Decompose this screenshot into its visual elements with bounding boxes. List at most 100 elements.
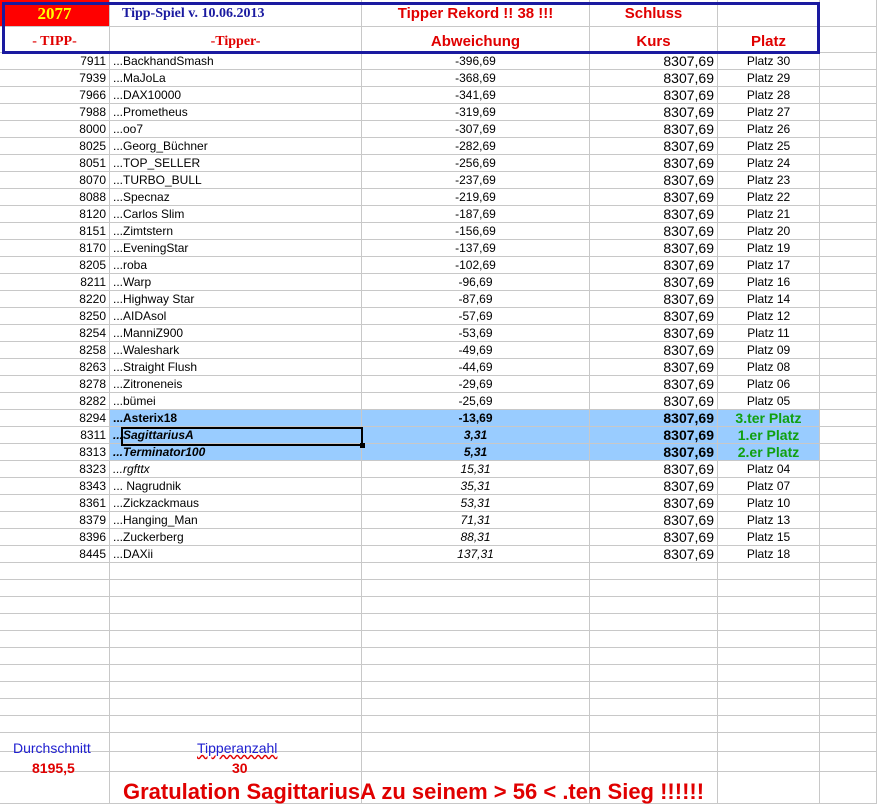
tipper-cell[interactable]: ...Asterix18	[110, 410, 362, 426]
empty-cell[interactable]	[820, 206, 877, 222]
kurs-cell[interactable]: 8307,69	[590, 274, 718, 290]
kurs-cell[interactable]: 8307,69	[590, 546, 718, 562]
empty-cell[interactable]	[820, 342, 877, 358]
tipp-cell[interactable]: 8205	[0, 257, 110, 273]
tipper-cell[interactable]: ...EveningStar	[110, 240, 362, 256]
tipper-cell[interactable]: ...Hanging_Man	[110, 512, 362, 528]
tipp-cell[interactable]: 8254	[0, 325, 110, 341]
tipper-cell[interactable]: ...Zuckerberg	[110, 529, 362, 545]
kurs-cell[interactable]: 8307,69	[590, 393, 718, 409]
kurs-cell[interactable]: 8307,69	[590, 512, 718, 528]
kurs-cell[interactable]: 8307,69	[590, 172, 718, 188]
tipper-cell[interactable]: ...oo7	[110, 121, 362, 137]
platz-cell[interactable]: Platz 25	[718, 138, 820, 154]
empty-cell[interactable]	[820, 240, 877, 256]
empty-cell[interactable]	[820, 53, 877, 69]
kurs-cell[interactable]: 8307,69	[590, 410, 718, 426]
tipp-cell[interactable]: 8220	[0, 291, 110, 307]
platz-cell[interactable]: Platz 23	[718, 172, 820, 188]
kurs-cell[interactable]: 8307,69	[590, 478, 718, 494]
platz-cell[interactable]: 1.er Platz	[718, 427, 820, 443]
platz-cell[interactable]: Platz 15	[718, 529, 820, 545]
tipp-cell[interactable]: 7966	[0, 87, 110, 103]
abweichung-cell[interactable]: -319,69	[362, 104, 590, 120]
platz-cell[interactable]: Platz 30	[718, 53, 820, 69]
abweichung-cell[interactable]: -96,69	[362, 274, 590, 290]
tipp-cell[interactable]: 8278	[0, 376, 110, 392]
kurs-cell[interactable]: 8307,69	[590, 240, 718, 256]
tipper-cell[interactable]: ...Prometheus	[110, 104, 362, 120]
platz-cell[interactable]: Platz 12	[718, 308, 820, 324]
platz-cell[interactable]: Platz 10	[718, 495, 820, 511]
schluss-cell[interactable]: Schluss	[590, 0, 718, 26]
tipper-cell[interactable]: ...DAXii	[110, 546, 362, 562]
abweichung-cell[interactable]: -102,69	[362, 257, 590, 273]
col-kurs-header[interactable]: Kurs	[590, 27, 718, 52]
empty-cell[interactable]	[820, 393, 877, 409]
platz-cell[interactable]: Platz 29	[718, 70, 820, 86]
tipp-cell[interactable]: 8311	[0, 427, 110, 443]
empty-cell[interactable]	[820, 121, 877, 137]
abweichung-cell[interactable]: -307,69	[362, 121, 590, 137]
abweichung-cell[interactable]: -137,69	[362, 240, 590, 256]
platz-cell[interactable]: Platz 05	[718, 393, 820, 409]
rekord-cell[interactable]: Tipper Rekord !! 38 !!!	[362, 0, 590, 26]
tipp-cell[interactable]: 8070	[0, 172, 110, 188]
kurs-cell[interactable]: 8307,69	[590, 53, 718, 69]
platz-cell[interactable]: Platz 07	[718, 478, 820, 494]
empty-cell[interactable]	[820, 529, 877, 545]
platz-cell[interactable]: 2.er Platz	[718, 444, 820, 460]
platz-cell[interactable]: Platz 21	[718, 206, 820, 222]
platz-cell[interactable]: Platz 28	[718, 87, 820, 103]
abweichung-cell[interactable]: 3,31	[362, 427, 590, 443]
tipper-cell[interactable]: ...Zimtstern	[110, 223, 362, 239]
empty-cell[interactable]	[820, 291, 877, 307]
abweichung-cell[interactable]: -368,69	[362, 70, 590, 86]
empty-cell[interactable]	[820, 189, 877, 205]
kurs-cell[interactable]: 8307,69	[590, 189, 718, 205]
tipp-cell[interactable]: 7988	[0, 104, 110, 120]
abweichung-cell[interactable]: 15,31	[362, 461, 590, 477]
abweichung-cell[interactable]: 35,31	[362, 478, 590, 494]
tipper-cell[interactable]: ...bümei	[110, 393, 362, 409]
tipp-cell[interactable]: 8120	[0, 206, 110, 222]
tipp-cell[interactable]: 8323	[0, 461, 110, 477]
col-abweichung-header[interactable]: Abweichung	[362, 27, 590, 52]
kurs-cell[interactable]: 8307,69	[590, 495, 718, 511]
tipper-cell[interactable]: ...Georg_Büchner	[110, 138, 362, 154]
platz-cell[interactable]: Platz 11	[718, 325, 820, 341]
empty-cell[interactable]	[820, 0, 877, 26]
abweichung-cell[interactable]: -25,69	[362, 393, 590, 409]
empty-cell[interactable]	[820, 172, 877, 188]
kurs-cell[interactable]: 8307,69	[590, 376, 718, 392]
platz-cell[interactable]: Platz 20	[718, 223, 820, 239]
abweichung-cell[interactable]: -53,69	[362, 325, 590, 341]
empty-cell[interactable]	[820, 410, 877, 426]
tipp-count-cell[interactable]: 2077	[0, 0, 110, 26]
abweichung-cell[interactable]: -57,69	[362, 308, 590, 324]
tipp-cell[interactable]: 8313	[0, 444, 110, 460]
platz-cell[interactable]: Platz 06	[718, 376, 820, 392]
empty-cell[interactable]	[820, 359, 877, 375]
tipp-cell[interactable]: 8258	[0, 342, 110, 358]
kurs-cell[interactable]: 8307,69	[590, 308, 718, 324]
kurs-cell[interactable]: 8307,69	[590, 121, 718, 137]
kurs-cell[interactable]: 8307,69	[590, 359, 718, 375]
abweichung-cell[interactable]: -87,69	[362, 291, 590, 307]
abweichung-cell[interactable]: 53,31	[362, 495, 590, 511]
empty-cell[interactable]	[718, 0, 820, 26]
abweichung-cell[interactable]: -13,69	[362, 410, 590, 426]
tipp-cell[interactable]: 8250	[0, 308, 110, 324]
abweichung-cell[interactable]: -237,69	[362, 172, 590, 188]
tipper-cell[interactable]: ...Straight Flush	[110, 359, 362, 375]
platz-cell[interactable]: Platz 24	[718, 155, 820, 171]
empty-cell[interactable]	[820, 27, 877, 52]
tipp-cell[interactable]: 8211	[0, 274, 110, 290]
abweichung-cell[interactable]: 5,31	[362, 444, 590, 460]
tipp-cell[interactable]: 7911	[0, 53, 110, 69]
kurs-cell[interactable]: 8307,69	[590, 155, 718, 171]
empty-cell[interactable]	[820, 495, 877, 511]
tipp-cell[interactable]: 8025	[0, 138, 110, 154]
kurs-cell[interactable]: 8307,69	[590, 427, 718, 443]
kurs-cell[interactable]: 8307,69	[590, 291, 718, 307]
